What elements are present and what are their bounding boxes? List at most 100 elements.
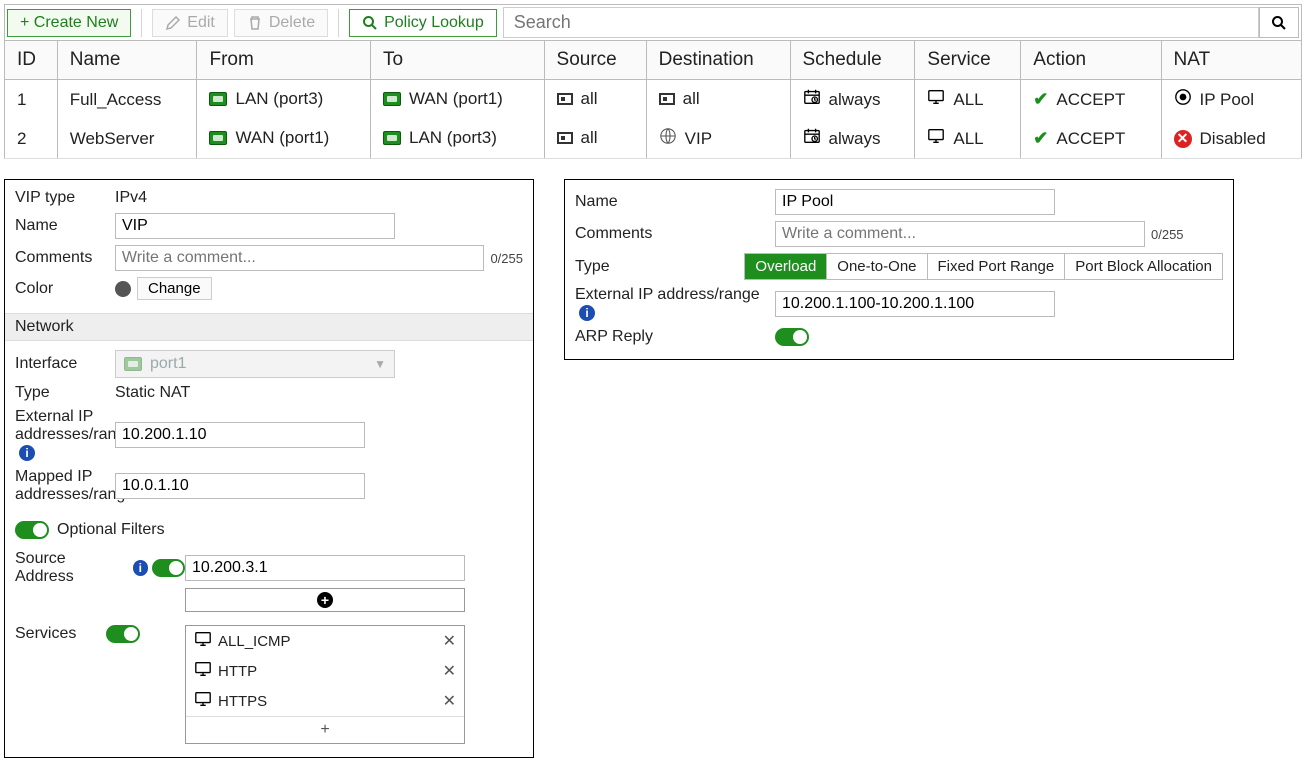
cell-source: all [544,80,646,120]
service-add-button[interactable]: + [186,716,464,743]
color-swatch-icon [115,281,131,297]
service-item[interactable]: HTTPS✕ [186,686,464,716]
vip-mapped-label: Mapped IP addresses/range [15,468,115,504]
chevron-down-icon: ▼ [374,357,386,371]
vip-type-label: VIP type [15,189,115,207]
trash-icon [247,15,263,31]
cell-from: LAN (port3) [197,80,371,120]
remove-icon[interactable]: ✕ [443,691,456,711]
col-destination[interactable]: Destination [646,41,790,80]
cell-from: WAN (port1) [197,119,371,159]
vip-comments-label: Comments [15,249,115,267]
vip-color-label: Color [15,280,115,298]
service-item[interactable]: ALL_ICMP✕ [186,626,464,656]
col-id[interactable]: ID [5,41,58,80]
col-name[interactable]: Name [57,41,197,80]
search-button[interactable] [1259,7,1299,38]
cell-destination: VIP [646,119,790,159]
remove-icon[interactable]: ✕ [443,631,456,651]
cell-to: WAN (port1) [371,80,545,120]
service-icon [194,660,212,682]
table-head: ID Name From To Source Destination Sched… [5,41,1302,80]
arp-reply-toggle[interactable] [775,328,809,346]
remove-icon[interactable]: ✕ [443,661,456,681]
create-label: + Create New [20,14,118,32]
info-icon[interactable]: i [133,560,149,576]
vip-comments-counter: 0/255 [490,251,523,266]
vip-type-value: IPv4 [115,189,147,207]
info-icon[interactable]: i [19,445,35,461]
create-new-button[interactable]: + Create New [7,9,131,37]
address-icon [557,93,573,105]
service-icon [927,88,945,111]
toolbar: + Create New Edit Delete Policy Lookup [4,4,1302,41]
source-address-toggle[interactable] [152,559,185,577]
color-change-button[interactable]: Change [137,277,212,300]
schedule-icon [803,88,821,111]
panels: VIP type IPv4 Name Comments 0/255 Color … [4,179,1302,758]
search-input[interactable] [503,7,1259,38]
cell-nat: IP Pool [1161,80,1301,120]
interface-label: Interface [15,355,115,373]
col-action[interactable]: Action [1021,41,1161,80]
address-icon [659,93,675,105]
plus-icon: + [317,592,333,608]
cell-schedule: always [790,119,915,159]
table-row[interactable]: 2 WebServer WAN (port1) LAN (port3) all … [5,119,1302,159]
info-icon[interactable]: i [579,305,595,321]
ippool-panel: Name Comments 0/255 Type OverloadOne-to-… [564,179,1234,360]
source-address-input[interactable] [185,555,465,581]
pool-type-option[interactable]: Fixed Port Range [928,254,1066,279]
policy-lookup-button[interactable]: Policy Lookup [349,9,497,37]
pool-type-option[interactable]: One-to-One [827,254,927,279]
vip-name-input[interactable] [115,213,395,239]
vip-panel: VIP type IPv4 Name Comments 0/255 Color … [4,179,534,758]
col-schedule[interactable]: Schedule [790,41,915,80]
vip-mapped-input[interactable] [115,473,365,499]
search-wrap [503,7,1299,38]
pool-comments-label: Comments [575,225,775,243]
delete-button[interactable]: Delete [234,9,328,37]
cell-id: 2 [5,119,58,159]
address-icon [557,132,573,144]
table-row[interactable]: 1 Full_Access LAN (port3) WAN (port1) al… [5,80,1302,120]
search-icon [1271,15,1287,31]
optional-filters-toggle[interactable] [15,521,49,539]
services-toggle[interactable] [106,625,140,643]
schedule-icon [803,127,821,150]
service-icon [927,127,945,150]
interface-icon [209,92,227,106]
interface-icon [383,92,401,106]
interface-select[interactable]: port1 ▼ [115,350,395,378]
check-icon: ✔ [1033,89,1048,110]
vip-ext-input[interactable] [115,422,365,448]
col-nat[interactable]: NAT [1161,41,1301,80]
edit-button[interactable]: Edit [152,9,228,37]
cell-nat: ✕Disabled [1161,119,1301,159]
pool-type-label: Type [575,258,744,276]
interface-icon [124,357,142,371]
vip-nat-type-value: Static NAT [115,384,190,402]
col-service[interactable]: Service [915,41,1021,80]
vip-comments-input[interactable] [115,245,485,271]
vip-nat-type-label: Type [15,384,115,402]
service-item[interactable]: HTTP✕ [186,656,464,686]
disabled-icon: ✕ [1174,130,1192,148]
cell-name: WebServer [57,119,197,159]
pool-type-option[interactable]: Port Block Allocation [1065,254,1222,279]
pool-ext-input[interactable] [775,291,1055,317]
arp-reply-label: ARP Reply [575,328,775,346]
col-from[interactable]: From [197,41,371,80]
cell-id: 1 [5,80,58,120]
pool-type-option[interactable]: Overload [745,254,827,279]
vip-ext-label: External IP addresses/rangei [15,408,115,462]
pool-comments-input[interactable] [775,221,1145,247]
interface-icon [209,131,227,145]
col-to[interactable]: To [371,41,545,80]
pool-comments-counter: 0/255 [1151,227,1184,242]
pool-name-input[interactable] [775,189,1055,215]
cell-destination: all [646,80,790,120]
source-address-add-button[interactable]: + [185,588,465,612]
cell-service: ALL [915,80,1021,120]
col-source[interactable]: Source [544,41,646,80]
